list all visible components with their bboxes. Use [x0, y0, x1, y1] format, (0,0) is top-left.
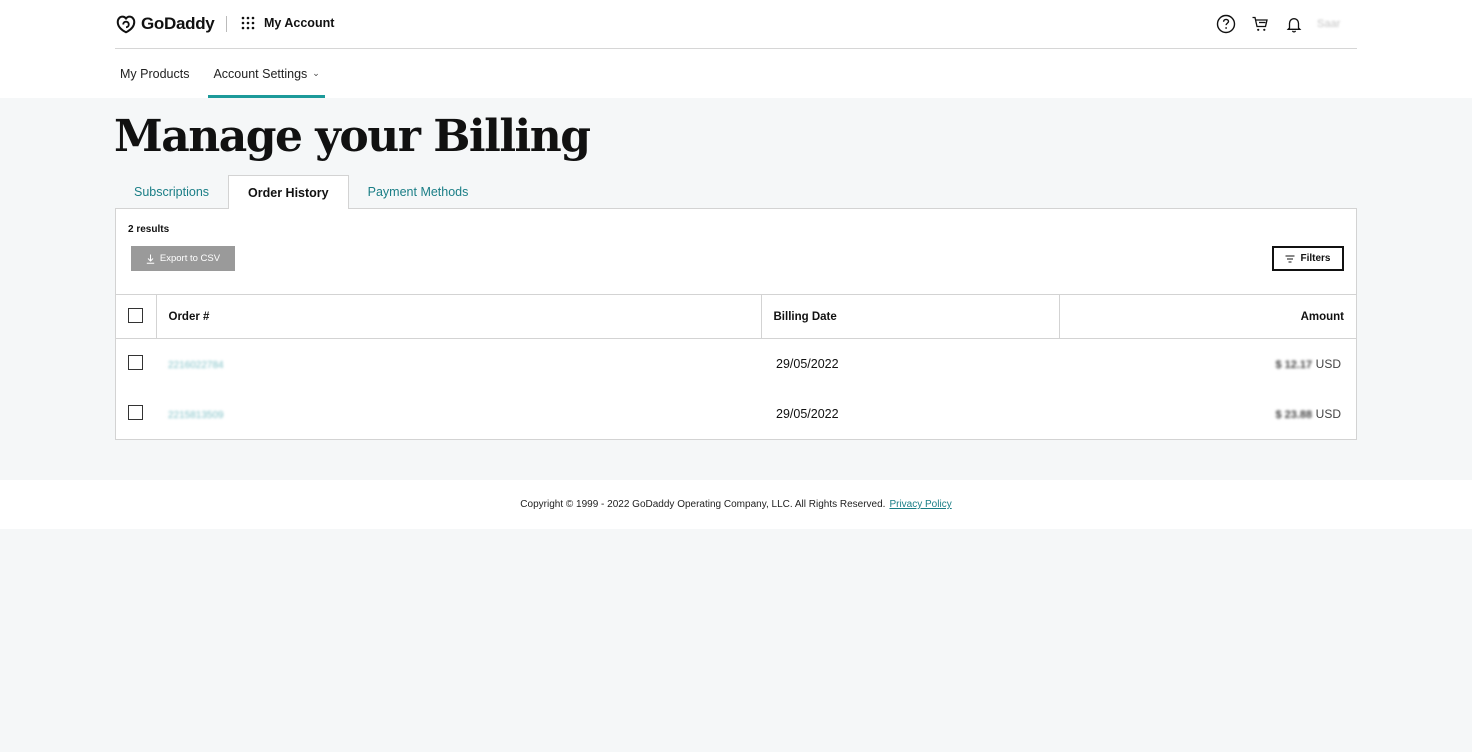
billing-tabs: Subscriptions Order History Payment Meth… — [115, 175, 487, 209]
filters-button[interactable]: Filters — [1272, 246, 1344, 271]
export-csv-button[interactable]: Export to CSV — [131, 246, 235, 271]
filters-label: Filters — [1300, 253, 1331, 264]
billing-date-cell: 29/05/2022 — [776, 406, 839, 421]
billing-date-cell: 29/05/2022 — [776, 356, 839, 371]
copyright-text: Copyright © 1999 - 2022 GoDaddy Operatin… — [520, 499, 886, 510]
nav-account-settings-label: Account Settings — [213, 66, 308, 81]
row-checkbox[interactable] — [128, 404, 143, 420]
amount-value: $ 12.17 — [1275, 358, 1313, 371]
nav-account-settings[interactable]: Account Settings ⌄ — [208, 49, 326, 98]
tab-order-history[interactable]: Order History — [228, 175, 349, 209]
my-account-link[interactable]: My Account — [264, 16, 334, 30]
amount-value: $ 23.88 — [1275, 408, 1313, 421]
amount-cell: $ 23.88 USD — [1059, 389, 1356, 439]
orders-table: Order # Billing Date Amount 2216022784 2… — [116, 294, 1356, 439]
amount-currency: USD — [1315, 406, 1341, 421]
results-count: 2 results — [128, 224, 170, 235]
chevron-down-icon: ⌄ — [312, 68, 320, 78]
brand-name: GoDaddy — [141, 14, 215, 33]
nav-my-products-label: My Products — [120, 66, 190, 81]
row-checkbox[interactable] — [128, 354, 143, 370]
order-number-link[interactable]: 2216022784 — [168, 360, 224, 371]
filter-icon — [1285, 255, 1295, 262]
table-row: 2216022784 29/05/2022 $ 12.17 USD — [116, 339, 1356, 389]
page-footer: Copyright © 1999 - 2022 GoDaddy Operatin… — [0, 480, 1472, 529]
header-actions: Saar — [1203, 13, 1357, 35]
bell-icon[interactable] — [1283, 13, 1305, 35]
amount-cell: $ 12.17 USD — [1059, 339, 1356, 389]
export-csv-label: Export to CSV — [159, 253, 221, 264]
cart-icon[interactable] — [1249, 13, 1271, 35]
user-menu[interactable]: Saar — [1317, 18, 1357, 30]
godaddy-logo-icon — [116, 15, 136, 34]
table-header-row: Order # Billing Date Amount — [116, 294, 1356, 339]
download-icon — [146, 254, 155, 264]
order-number-cell: 2215813509 — [156, 389, 761, 439]
order-history-panel: 2 results Export to CSV Filters Order # … — [115, 208, 1357, 440]
table-row: 2215813509 29/05/2022 $ 23.88 USD — [116, 389, 1356, 439]
godaddy-logo[interactable]: GoDaddy — [115, 13, 215, 35]
tab-payment-methods[interactable]: Payment Methods — [349, 175, 488, 209]
select-all-checkbox[interactable] — [128, 307, 143, 323]
order-number-cell: 2216022784 — [156, 339, 761, 389]
privacy-policy-link[interactable]: Privacy Policy — [889, 499, 951, 510]
nav-my-products[interactable]: My Products — [115, 49, 194, 98]
row-checkbox-cell — [116, 389, 156, 439]
secondary-nav: My Products Account Settings ⌄ — [115, 49, 339, 98]
header-divider — [226, 16, 227, 32]
select-all-cell — [116, 294, 156, 339]
column-header-order[interactable]: Order # — [155, 294, 761, 339]
column-header-billing-date[interactable]: Billing Date — [760, 294, 1059, 339]
tab-subscriptions[interactable]: Subscriptions — [115, 175, 228, 209]
page-title: Manage your Billing — [114, 111, 591, 162]
apps-grid-icon[interactable] — [241, 16, 255, 30]
order-number-link[interactable]: 2215813509 — [168, 410, 224, 421]
row-checkbox-cell — [116, 339, 156, 389]
header-bar: GoDaddy My Account Saar — [115, 0, 1357, 49]
amount-currency: USD — [1315, 356, 1341, 371]
help-icon[interactable] — [1215, 13, 1237, 35]
column-header-amount[interactable]: Amount — [1058, 294, 1356, 339]
top-header: GoDaddy My Account Saar My Products Acco… — [0, 0, 1472, 98]
